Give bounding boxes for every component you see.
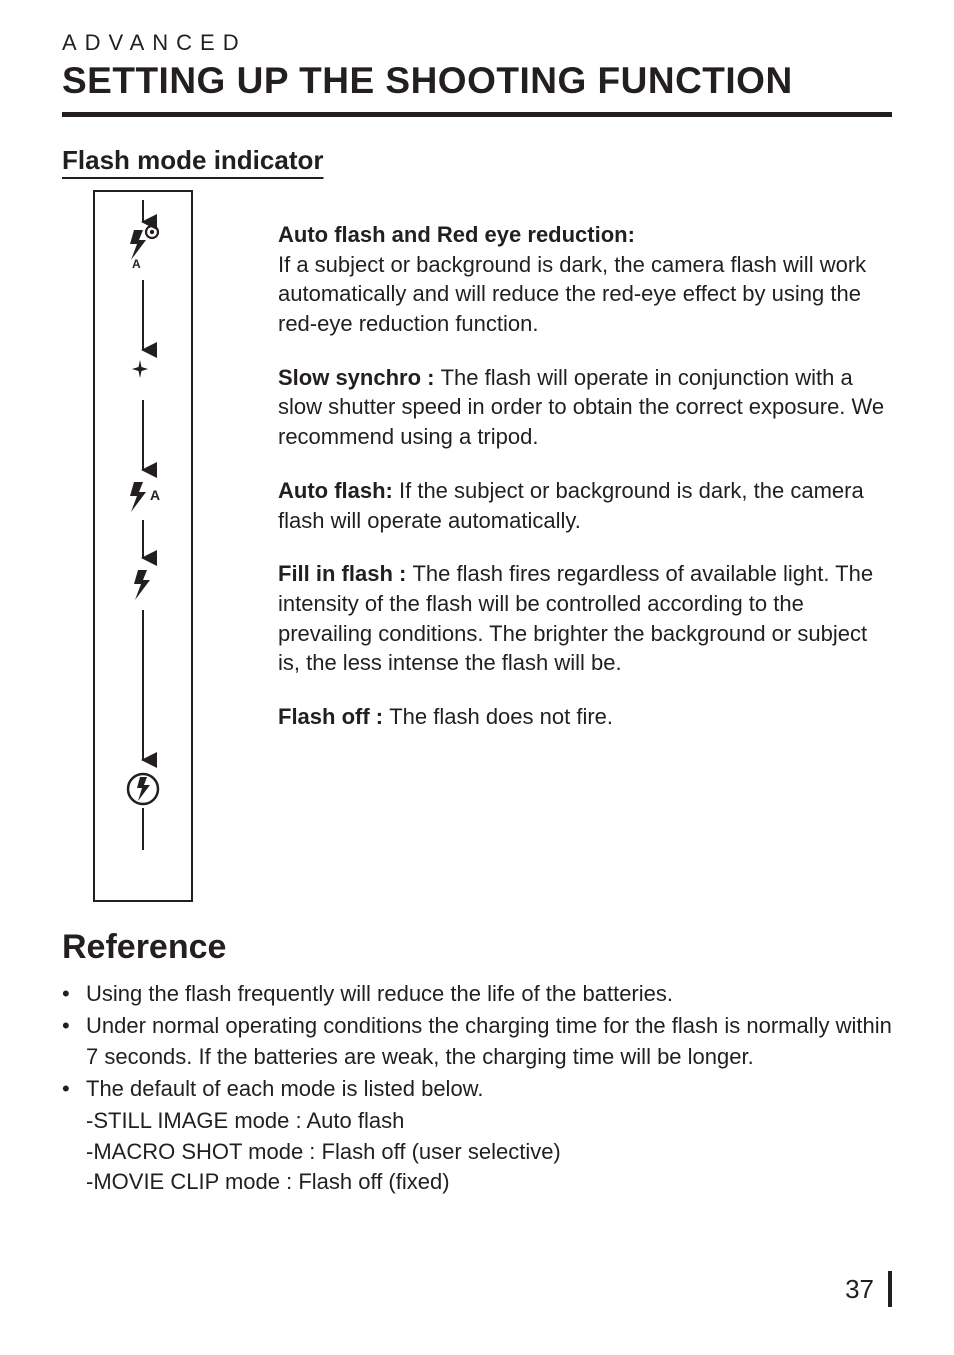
ref-item-text: The default of each mode is listed below…: [86, 1074, 892, 1104]
mode-flash-off: Flash off : The flash does not fire.: [278, 702, 892, 732]
mode-slow-synchro-label: Slow synchro :: [278, 365, 441, 390]
mode-auto-flash: Auto flash: If the subject or background…: [278, 476, 892, 535]
title-rule: [62, 112, 892, 117]
flash-mode-subhead: Flash mode indicator: [62, 145, 892, 176]
mode-fill-in-label: Fill in flash :: [278, 561, 412, 586]
page-number: 37: [845, 1271, 892, 1307]
mode-auto-redeye-text: If a subject or background is dark, the …: [278, 252, 866, 336]
mode-auto-redeye: Auto flash and Red eye reduction: If a s…: [278, 220, 892, 339]
svg-text:A: A: [132, 257, 141, 271]
icon-column: A A: [98, 190, 188, 902]
icon-frame: A A: [93, 190, 193, 902]
ref-item-text: Under normal operating conditions the ch…: [86, 1011, 892, 1072]
svg-text:A: A: [150, 487, 160, 503]
descriptions: Auto flash and Red eye reduction: If a s…: [278, 190, 892, 756]
ref-item: • The default of each mode is listed bel…: [62, 1074, 892, 1104]
ref-item: • Under normal operating conditions the …: [62, 1011, 892, 1072]
flash-mode-panel: A A: [62, 190, 892, 902]
mode-fill-in: Fill in flash : The flash fires regardle…: [278, 559, 892, 678]
ref-subline-movie: -MOVIE CLIP mode : Flash off (fixed): [62, 1167, 892, 1197]
mode-auto-redeye-label: Auto flash and Red eye reduction:: [278, 220, 892, 250]
page-title: SETTING UP THE SHOOTING FUNCTION: [62, 60, 892, 102]
bullet-icon: •: [62, 1074, 76, 1104]
ref-item-text: Using the flash frequently will reduce t…: [86, 979, 892, 1009]
category-label: ADVANCED: [62, 30, 892, 56]
reference-list: • Using the flash frequently will reduce…: [62, 979, 892, 1198]
mode-flash-off-label: Flash off :: [278, 704, 389, 729]
reference-heading: Reference: [62, 928, 892, 967]
mode-slow-synchro: Slow synchro : The flash will operate in…: [278, 363, 892, 452]
ref-item: • Using the flash frequently will reduce…: [62, 979, 892, 1009]
bullet-icon: •: [62, 979, 76, 1009]
mode-auto-flash-label: Auto flash:: [278, 478, 399, 503]
ref-subline-macro: -MACRO SHOT mode : Flash off (user selec…: [62, 1137, 892, 1167]
mode-flash-off-text: The flash does not fire.: [389, 704, 613, 729]
bullet-icon: •: [62, 1011, 76, 1072]
ref-subline-still: -STILL IMAGE mode : Auto flash: [62, 1106, 892, 1136]
